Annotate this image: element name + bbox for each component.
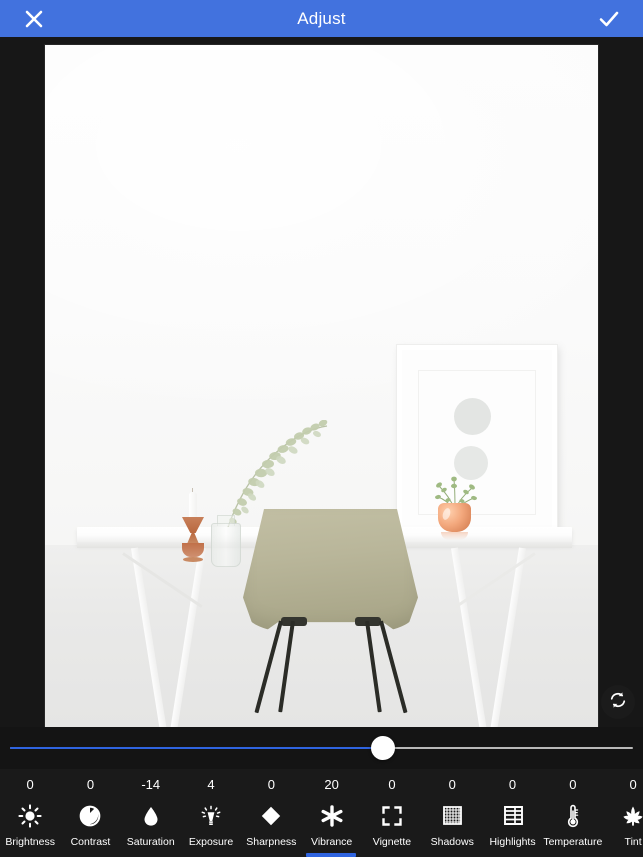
slider-thumb[interactable] [371,736,395,760]
dense-grid-icon [440,801,464,831]
page-title: Adjust [297,8,346,28]
image-canvas[interactable] [0,37,643,727]
contrast-circle-icon [78,801,102,831]
tool-vibrance[interactable]: 20 Vibrance [301,769,361,857]
tool-label: Vibrance [311,836,353,848]
tool-active-indicator [126,853,176,857]
chair-shell [243,509,418,632]
tool-label: Brightness [5,836,55,848]
white-candle [189,492,197,520]
leaf-icon [621,801,643,831]
tool-active-indicator [306,853,357,857]
tool-value: 0 [26,777,34,792]
tool-label: Sharpness [246,836,297,848]
tool-value: 20 [324,777,339,792]
app-header: Adjust [0,0,643,37]
tool-active-indicator [608,853,643,857]
copper-planter [438,503,471,532]
wooden-candle-holder [182,517,204,562]
trestle-leg [169,547,206,727]
tool-contrast[interactable]: 0 Contrast [60,769,120,857]
striped-grid-icon [501,801,525,831]
holder-base [182,543,204,557]
apply-button[interactable] [583,0,635,37]
tool-label: Exposure [188,836,234,848]
tool-label: Tint [624,836,642,848]
tool-active-indicator [5,853,55,857]
desk-trestle-right [433,547,545,727]
tool-active-indicator [246,853,296,857]
tool-brightness[interactable]: 0 Brightness [0,769,60,857]
desk-trestle-left [113,547,225,727]
tool-sharpness[interactable]: 0 Sharpness [241,769,301,857]
tool-value: 0 [569,777,577,792]
tool-value: -14 [141,777,161,792]
tool-value: 0 [267,777,275,792]
refresh-compare-icon [608,690,628,715]
tool-active-indicator [548,853,598,857]
tool-value: 4 [207,777,215,792]
tool-value: 0 [508,777,517,792]
tool-active-indicator [65,853,115,857]
tool-label: Contrast [70,836,111,848]
tool-active-indicator [367,853,417,857]
copper-planter-reflection [441,532,468,540]
trestle-brace [455,552,536,608]
holder-top [182,517,204,533]
edited-photo[interactable] [45,45,598,727]
asterisk-star-icon [320,801,344,831]
close-button[interactable] [8,0,60,37]
tool-saturation[interactable]: -14 Saturation [121,769,181,857]
tool-active-indicator [427,853,477,857]
thermometer-icon [561,801,585,831]
tool-active-indicator [186,853,236,857]
crop-corners-icon [380,801,404,831]
reset-compare-button[interactable] [601,685,635,719]
holder-foot [183,557,203,562]
tool-label: Shadows [430,836,474,848]
trestle-leg [451,547,488,727]
tool-value: 0 [448,777,456,792]
tool-exposure[interactable]: 4 Exposure [181,769,241,857]
frame-artwork-circle-top [454,398,491,435]
picture-frame [397,345,557,540]
slider-fill [10,747,383,749]
tool-highlights[interactable]: 0 Highlights [482,769,542,857]
trestle-leg [489,547,526,727]
lightbulb-icon [199,801,223,831]
glass-vase [211,523,241,567]
tool-temperature[interactable]: 0 Temperature [543,769,603,857]
tool-label: Highlights [489,836,536,848]
tool-label: Temperature [543,836,603,848]
tool-active-indicator [487,853,537,857]
checkmark-icon [597,7,621,31]
tool-value: 0 [629,777,637,792]
tool-label: Vignette [372,836,412,848]
tool-value: 0 [388,777,396,792]
eames-chair [243,509,418,714]
sun-icon [18,801,42,831]
trestle-leg [131,547,168,727]
tool-tint[interactable]: 0 Tint [603,769,643,857]
diamond-icon [259,801,283,831]
adjust-slider[interactable] [0,727,643,769]
tool-label: Saturation [126,836,175,848]
tool-vignette[interactable]: 0 Vignette [362,769,422,857]
tool-value: 0 [86,777,95,792]
tool-shadows[interactable]: 0 Shadows [422,769,482,857]
adjust-tools-strip[interactable]: 0 Brightness 0 Contrast -14 Saturation 4… [0,769,643,857]
droplet-icon [139,801,163,831]
close-x-icon [23,8,45,30]
